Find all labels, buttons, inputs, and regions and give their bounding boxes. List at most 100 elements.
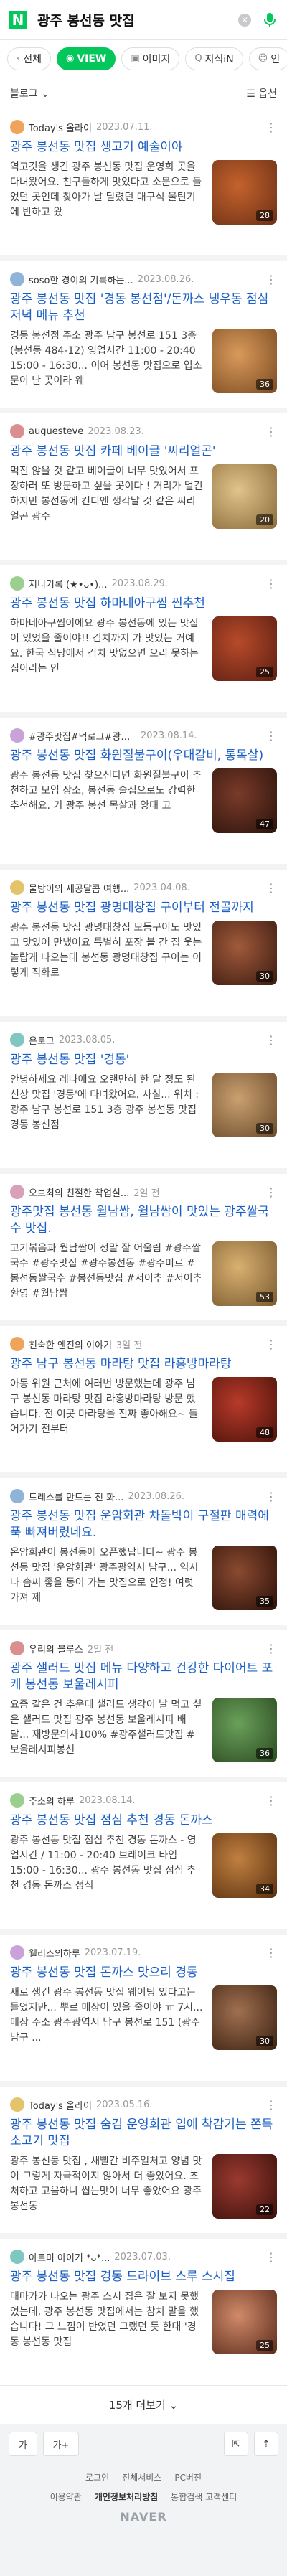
post-title[interactable]: 광주 봉선동 맛집 카페 베이글 '씨리얼곤' [10,443,277,460]
post-title[interactable]: 광주 봉선동 맛집 경동 드라이브 스루 스시집 [10,2269,277,2285]
search-box[interactable]: 광주 봉선동 맛집 ✕ [37,7,278,33]
post-author[interactable]: 웰리스의하루 [29,1946,80,1960]
avatar[interactable] [10,1337,24,1351]
list-item[interactable]: soso한 경이의 기록하는... 2023.08.26. ⋮ 광주 봉선동 맛… [0,255,287,408]
tab-people[interactable]: ☺ 인 [248,47,287,70]
more-icon[interactable]: ⋮ [265,1946,277,1960]
more-icon[interactable]: ⋮ [265,121,277,134]
post-thumbnail[interactable]: 25 [212,2290,277,2354]
post-thumbnail[interactable]: 30 [212,921,277,985]
more-icon[interactable]: ⋮ [265,729,277,743]
avatar[interactable] [10,2250,24,2264]
post-author[interactable]: Today's 올라이 [29,121,92,134]
avatar[interactable] [10,576,24,591]
more-icon[interactable]: ⋮ [265,1033,277,1047]
avatar[interactable] [10,728,24,743]
post-thumbnail[interactable]: 47 [212,768,277,833]
post-description[interactable]: 광주 봉선동 맛집 , 새빨간 비주얼처고 양념 맛이 그렇게 자극적이지 않아… [10,2154,204,2214]
tab-all[interactable]: ‹ 전체 [7,47,51,70]
post-description[interactable]: 광주 봉선동 맛집 점심 추천 경동 돈까스 - 영업시간 / 11:00 - … [10,1833,204,1894]
tab-image[interactable]: ▣ 이미지 [121,47,180,70]
list-item[interactable]: auguesteve 2023.08.23. ⋮ 광주 봉선동 맛집 카페 베이… [0,408,287,560]
post-title[interactable]: 광주 남구 봉선동 마라탕 맛집 라홍방마라탕 [10,1356,277,1373]
more-icon[interactable]: ⋮ [265,273,277,286]
help-center-link[interactable]: 통합검색 고객센터 [171,2491,237,2503]
post-description[interactable]: 먹진 않을 것 같고 베이글이 너무 맛있어서 포장하러 또 방문하고 싶을 곳… [10,464,204,525]
post-author[interactable]: 물탕이의 새공달콤 여행... [29,881,129,895]
post-thumbnail[interactable]: 28 [212,160,277,225]
more-icon[interactable]: ⋮ [265,1794,277,1808]
list-item[interactable]: 드레스를 만드는 진 화... 2023.08.26. ⋮ 광주 봉선동 맛집 … [0,1472,287,1625]
more-icon[interactable]: ⋮ [265,1642,277,1655]
list-item[interactable]: 우리의 블루스 2일 전 ⋮ 광주 샐러드 맛집 메뉴 다양하고 건강한 다이어… [0,1625,287,1777]
login-link[interactable]: 로그인 [85,2471,109,2483]
post-title[interactable]: 광주 봉선동 맛집 화원질불구이(우대갈비, 통목살) [10,748,277,764]
post-description[interactable]: 하마네아구찜이에요 광주 봉선동에 있는 맛집이 있었을 줄이야!! 김치까지 … [10,616,204,677]
avatar[interactable] [10,1489,24,1503]
post-description[interactable]: 고기볶음과 월남쌈이 정말 잘 어울림 #광주쌀국수 #광주맛집 #광주봉선동 … [10,1241,204,1302]
post-title[interactable]: 광주 봉선동 맛집 '경동' [10,1052,277,1068]
avatar[interactable] [10,424,24,438]
post-thumbnail[interactable]: 48 [212,1377,277,1442]
post-thumbnail[interactable]: 34 [212,1833,277,1898]
terms-link[interactable]: 이용약관 [50,2491,82,2503]
top-arrow-icon[interactable]: ⇡ [254,2432,278,2456]
more-icon[interactable]: ⋮ [265,1490,277,1503]
list-item[interactable]: 주소의 하루 2023.08.14. ⋮ 광주 봉선동 맛집 점심 추천 경동 … [0,1777,287,1929]
more-icon[interactable]: ⋮ [265,1338,277,1351]
search-query[interactable]: 광주 봉선동 맛집 [37,10,238,29]
avatar[interactable] [10,1033,24,1047]
post-thumbnail[interactable]: 36 [212,1698,277,1762]
post-title[interactable]: 광주맛집 봉선동 월남쌈, 월남쌈이 맛있는 광주쌀국수 맛집. [10,1204,277,1237]
list-item[interactable]: 지니기록 (★•ᴗ•)... 2023.08.29. ⋮ 광주 봉선동 맛집 하… [0,560,287,712]
list-item[interactable]: 물탕이의 새공달콤 여행... 2023.04.08. ⋮ 광주 봉선동 맛집 … [0,864,287,1016]
post-author[interactable]: 친숙한 엔진의 이야기 [29,1338,112,1351]
post-author[interactable]: 오브최의 친절한 착업실... [29,1185,129,1199]
post-description[interactable]: 광주 봉선동 맛집 찾으신다면 화원질불구이 추천하고 모임 장소, 봉선동 술… [10,768,204,829]
list-item[interactable]: Today's 올라이 2023.07.11. ⋮ 광주 봉선동 맛집 생고기 … [0,109,287,255]
more-icon[interactable]: ⋮ [265,577,277,591]
post-description[interactable]: 온암회관이 봉선동에 오픈했답니다~ 광주 봉선동 맛집 '운암회관' 광주광역… [10,1546,204,1606]
list-item[interactable]: 친숙한 엔진의 이야기 3일 전 ⋮ 광주 남구 봉선동 마라탕 맛집 라홍방마… [0,1320,287,1472]
post-thumbnail[interactable]: 36 [212,329,277,393]
list-item[interactable]: #광주맛집#먹로그#광주... 2023.08.14. ⋮ 광주 봉선동 맛집 … [0,712,287,864]
post-author[interactable]: 우리의 블루스 [29,1642,83,1655]
list-item[interactable]: 아르미 아이기 *ᴗ*... 2023.07.03. ⋮ 광주 봉선동 맛집 경… [0,2233,287,2385]
post-author[interactable]: soso한 경이의 기록하는... [29,273,133,286]
post-thumbnail[interactable]: 30 [212,1985,277,2050]
post-author[interactable]: 지니기록 (★•ᴗ•)... [29,577,107,591]
post-author[interactable]: auguesteve [29,426,83,437]
pc-version-link[interactable]: PC버전 [174,2471,202,2483]
post-author[interactable]: 아르미 아이기 *ᴗ*... [29,2250,110,2264]
font-plus-button[interactable]: 가+ [43,2432,79,2456]
options-button[interactable]: ☰ 옵션 [246,86,277,100]
post-description[interactable]: 광주 봉선동 맛집 광명대창집 모듬구이도 맛있고 맛있어 만냈어요 특별히 포… [10,921,204,981]
avatar[interactable] [10,120,24,134]
post-author[interactable]: Today's 올라이 [29,2098,92,2112]
blog-filter-dropdown[interactable]: 블로그 ⌄ [10,86,50,100]
more-icon[interactable]: ⋮ [265,2250,277,2264]
post-title[interactable]: 광주 봉선동 맛집 '경동 봉선점'/돈까스 냉우동 점심 저녁 메뉴 추천 [10,291,277,324]
list-item[interactable]: Today's 올라이 2023.05.16. ⋮ 광주 봉선동 맛집 숨김 운… [0,2081,287,2233]
post-thumbnail[interactable]: 35 [212,1546,277,1610]
tab-kin[interactable]: Q 지식iN [185,47,243,70]
post-author[interactable]: 은로그 [29,1033,55,1047]
post-description[interactable]: 안녕하세요 레나에요 오랜만히 한 달 정도 된 신상 맛집 '경동'에 다녀왔… [10,1073,204,1133]
post-author[interactable]: 드레스를 만드는 진 화... [29,1490,123,1503]
avatar[interactable] [10,1945,24,1960]
list-item[interactable]: 오브최의 친절한 착업실... 2일 전 ⋮ 광주맛집 봉선동 월남쌈, 월남쌈… [0,1168,287,1320]
post-author[interactable]: 주소의 하루 [29,1794,75,1808]
avatar[interactable] [10,2097,24,2112]
clear-icon[interactable]: ✕ [238,13,251,27]
tab-view[interactable]: ◉ VIEW [56,47,116,70]
post-description[interactable]: 경동 봉선점 주소 광주 남구 봉선로 151 3층 (봉선동 484-12) … [10,329,204,389]
more-icon[interactable]: ⋮ [265,425,277,438]
post-thumbnail[interactable]: 53 [212,1241,277,1306]
all-services-link[interactable]: 전체서비스 [122,2471,161,2483]
post-title[interactable]: 광주 봉선동 맛집 숨김 운영회관 입에 착감기는 쫀득 소고기 맛집 [10,2117,277,2150]
post-thumbnail[interactable]: 30 [212,1073,277,1137]
post-author[interactable]: #광주맛집#먹로그#광주... [29,729,136,743]
post-thumbnail[interactable]: 20 [212,464,277,529]
post-description[interactable]: 역고깃을 생긴 광주 봉선동 맛집 운영희 곳을 다녀왔어요. 친구들하게 맛있… [10,160,204,220]
font-size-button[interactable]: 가 [9,2432,37,2456]
